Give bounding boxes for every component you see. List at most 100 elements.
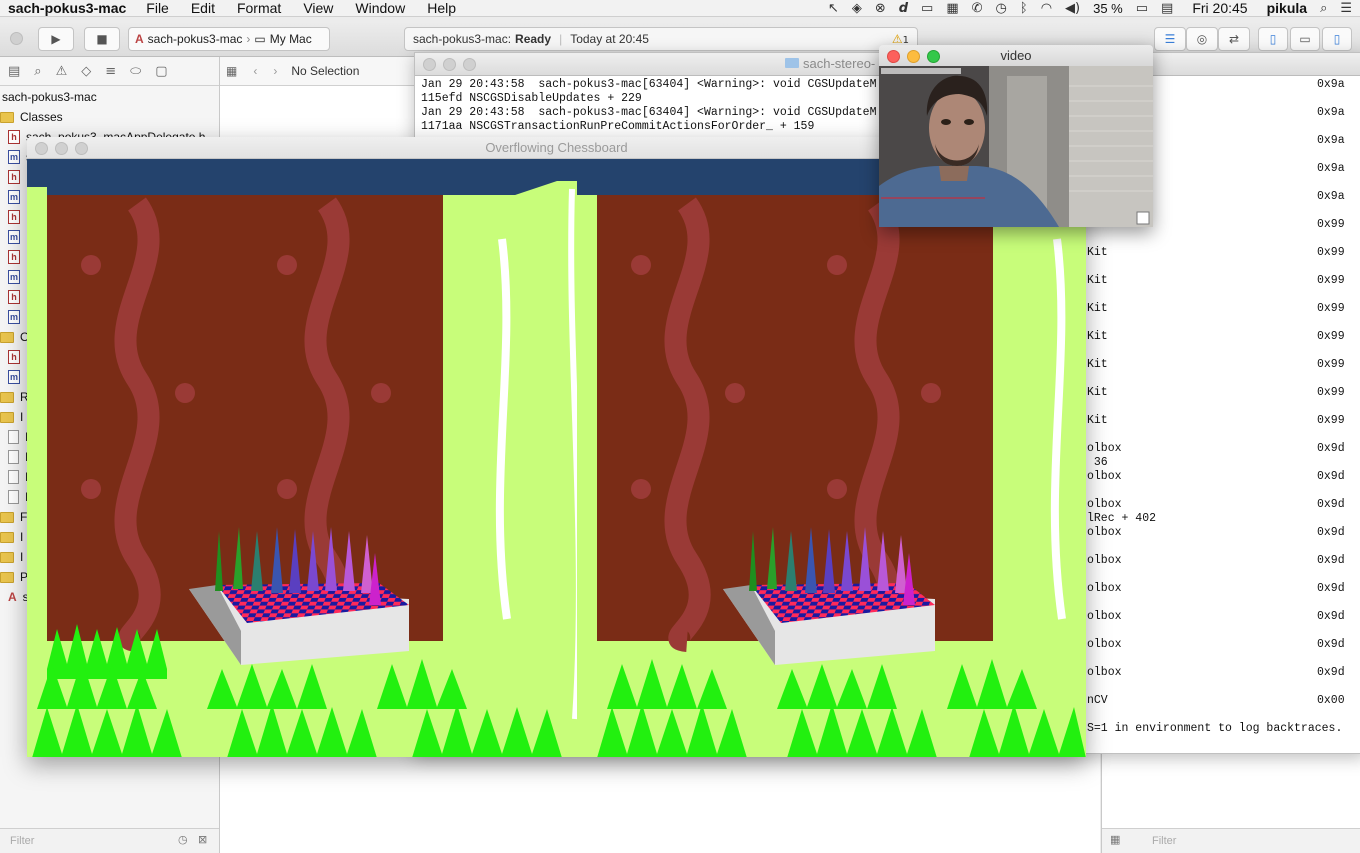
video-minimize-button[interactable] <box>907 50 920 63</box>
source-file-icon: m <box>8 150 20 164</box>
menu-app-name[interactable]: sach-pokus3-mac <box>8 0 126 16</box>
console-fragment: S=1 in environment to log backtraces. <box>1087 722 1343 735</box>
console-address: 0x9d <box>1317 610 1345 623</box>
sky-strip <box>27 159 587 195</box>
back-arrow-icon[interactable]: ‹ <box>253 64 257 78</box>
document-icon <box>8 470 19 484</box>
console-fragment: olbox <box>1087 498 1122 511</box>
app-product-icon: A <box>8 590 17 604</box>
toggle-debug-area-button[interactable]: ▭ <box>1290 27 1320 51</box>
console-close-button[interactable] <box>423 58 436 71</box>
grid-view-icon[interactable]: ▦ <box>1110 833 1120 846</box>
chess-close-button[interactable] <box>35 142 48 155</box>
recent-files-icon[interactable]: ◷ <box>178 833 188 846</box>
console-address: 0x99 <box>1317 330 1345 343</box>
close-circle-status-icon[interactable]: ⊗ <box>875 1 886 16</box>
window-close-button[interactable] <box>10 32 23 45</box>
folder-icon <box>0 391 14 403</box>
video-zoom-button[interactable] <box>927 50 940 63</box>
menu-edit[interactable]: Edit <box>191 0 215 16</box>
breakpoint-navigator-icon[interactable]: ⬭ <box>130 64 141 79</box>
activity-divider: | <box>559 32 563 46</box>
navigator-project-row[interactable]: sach-pokus3-mac <box>0 87 219 107</box>
console-zoom-button[interactable] <box>463 58 476 71</box>
run-button[interactable]: ▶ <box>38 27 74 51</box>
source-file-icon: m <box>8 370 20 384</box>
filter-clear-icon[interactable]: ⊠ <box>198 833 207 846</box>
test-navigator-icon[interactable]: ◇ <box>81 64 91 79</box>
menu-help[interactable]: Help <box>427 0 456 16</box>
stop-button[interactable]: ■ <box>84 27 120 51</box>
wall-dot <box>827 479 847 499</box>
mac-device-icon: ▭ <box>254 32 266 46</box>
utilities-filter-input[interactable]: Filter <box>1152 835 1176 847</box>
forward-arrow-icon[interactable]: › <box>273 64 277 78</box>
project-navigator-icon[interactable]: ▤ <box>8 64 20 79</box>
wall-dot <box>81 479 101 499</box>
wall-dot <box>827 255 847 275</box>
scheme-selector[interactable]: A sach-pokus3-mac › ▭ My Mac <box>128 27 330 51</box>
console-fragment: 36 <box>1087 456 1108 469</box>
menu-user[interactable]: pikula <box>1267 0 1307 16</box>
dash-app-icon[interactable]: d <box>899 1 908 16</box>
assistant-editor-button[interactable]: ◎ <box>1186 27 1218 51</box>
navigator-row[interactable]: Classes <box>0 107 219 127</box>
flag-input-icon[interactable]: ▤ <box>1161 1 1173 16</box>
issue-navigator-icon[interactable]: ⚠ <box>56 64 68 79</box>
menu-format[interactable]: Format <box>237 0 281 16</box>
header-file-icon: h <box>8 170 20 184</box>
cursor-status-icon[interactable]: ↖ <box>828 1 839 16</box>
console-address: 0x9a <box>1317 134 1345 147</box>
time-machine-icon[interactable]: ◷ <box>996 1 1007 16</box>
navigator-row-label: I <box>20 530 24 544</box>
navigator-filter-input[interactable]: Filter <box>10 835 34 847</box>
menu-view[interactable]: View <box>303 0 333 16</box>
wall-dot <box>277 255 297 275</box>
activity-status: Ready <box>515 32 552 46</box>
dropbox-icon[interactable]: ◈ <box>852 1 862 16</box>
stereo-3d-scene[interactable] <box>27 159 1086 757</box>
navigator-filter-bar: Filter ◷ ⊠ <box>0 828 219 853</box>
chess-zoom-button[interactable] <box>75 142 88 155</box>
bluetooth-icon[interactable]: ᛒ <box>1020 1 1028 16</box>
console-address: 0x9d <box>1317 442 1345 455</box>
console-fragment: nCV <box>1087 694 1108 707</box>
version-editor-button[interactable]: ⇄ <box>1218 27 1250 51</box>
phone-status-icon[interactable]: ✆ <box>972 1 983 16</box>
console-address: 0x00 <box>1317 694 1345 707</box>
toggle-utilities-button[interactable]: ▯ <box>1322 27 1352 51</box>
menu-file[interactable]: File <box>146 0 169 16</box>
console-fragment: Kit <box>1087 386 1108 399</box>
warning-icon[interactable]: ⚠1 <box>892 32 909 46</box>
console-fragment: Kit <box>1087 414 1108 427</box>
video-window-title: video <box>1000 48 1032 63</box>
spotlight-search-icon[interactable]: ⌕ <box>1320 1 1327 16</box>
wifi-icon[interactable]: ◠ <box>1041 1 1052 16</box>
jump-bar-selection[interactable]: No Selection <box>291 64 359 78</box>
console-address: 0x99 <box>1317 302 1345 315</box>
navigator-project-name: sach-pokus3-mac <box>2 90 97 104</box>
menu-clock[interactable]: Fri 20:45 <box>1192 0 1247 16</box>
toggle-navigator-button[interactable]: ▯ <box>1258 27 1288 51</box>
menu-window[interactable]: Window <box>355 0 405 16</box>
chess-minimize-button[interactable] <box>55 142 68 155</box>
standard-editor-button[interactable]: ☰ <box>1154 27 1186 51</box>
symbol-navigator-icon[interactable]: ⌕ <box>34 64 41 79</box>
display-mirroring-icon[interactable]: ▭ <box>921 1 933 16</box>
report-navigator-icon[interactable]: ▢ <box>155 64 167 79</box>
battery-icon[interactable]: ▭ <box>1136 1 1148 16</box>
notification-center-icon[interactable]: ☰ <box>1340 1 1352 16</box>
console-minimize-button[interactable] <box>443 58 456 71</box>
header-file-icon: h <box>8 250 20 264</box>
related-items-icon[interactable]: ▦ <box>226 64 237 78</box>
side-pillar <box>27 187 47 747</box>
wall-dot <box>81 255 101 275</box>
volume-icon[interactable]: ◀) <box>1065 1 1080 16</box>
battery-percent[interactable]: 35 % <box>1093 1 1123 16</box>
debug-navigator-icon[interactable]: ≡ <box>105 64 116 79</box>
keyboard-status-icon[interactable]: ▦ <box>946 1 958 16</box>
video-close-button[interactable] <box>887 50 900 63</box>
console-fragment: olbox <box>1087 666 1122 679</box>
navigator-tabs: ▤ ⌕ ⚠ ◇ ≡ ⬭ ▢ <box>0 57 219 86</box>
console-fragment: Kit <box>1087 246 1108 259</box>
